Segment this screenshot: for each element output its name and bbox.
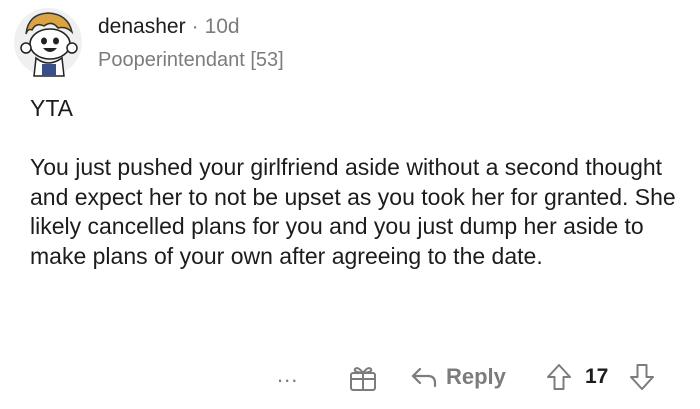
username-link[interactable]: denasher (98, 15, 186, 38)
reply-button[interactable]: Reply (410, 362, 506, 392)
meta-separator: · (191, 15, 199, 38)
snoo-avatar-icon (14, 8, 82, 77)
author-line: denasher · 10d (98, 14, 284, 40)
comment-age[interactable]: 10d (205, 15, 240, 38)
comment-body: YTA You just pushed your girlfriend asid… (30, 94, 680, 271)
comment-meta: denasher · 10d Pooperintendant [53] (98, 14, 284, 72)
comment: denasher · 10d Pooperintendant [53] YTA Yo… (0, 0, 700, 409)
reply-arrow-icon (411, 367, 437, 388)
upvote-button[interactable] (545, 362, 573, 392)
downvote-arrow-icon (630, 364, 654, 390)
downvote-button[interactable] (628, 362, 656, 392)
award-button[interactable] (348, 364, 378, 392)
award-gift-icon (350, 367, 376, 391)
user-flair: Pooperintendant [53] (98, 49, 284, 71)
more-options-button[interactable]: ... (277, 360, 298, 390)
user-avatar[interactable] (12, 6, 84, 78)
comment-verdict: YTA (30, 95, 74, 121)
comment-action-bar: ... Reply 17 (0, 360, 700, 396)
upvote-arrow-icon (547, 364, 571, 390)
reply-label: Reply (446, 364, 506, 389)
comment-paragraph: You just pushed your girlfriend aside wi… (30, 154, 676, 269)
vote-score: 17 (585, 365, 609, 388)
